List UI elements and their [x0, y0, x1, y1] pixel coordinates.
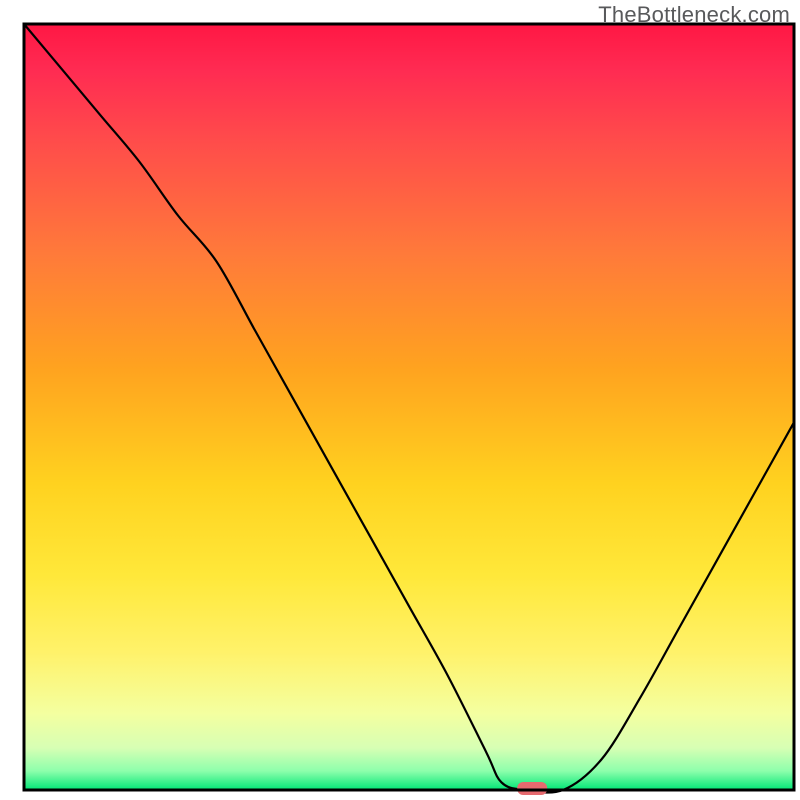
plot-background	[24, 24, 794, 790]
bottleneck-chart	[0, 0, 800, 800]
optimal-marker	[517, 782, 547, 795]
watermark-text: TheBottleneck.com	[598, 2, 790, 28]
chart-container: { "watermark": "TheBottleneck.com", "cha…	[0, 0, 800, 800]
